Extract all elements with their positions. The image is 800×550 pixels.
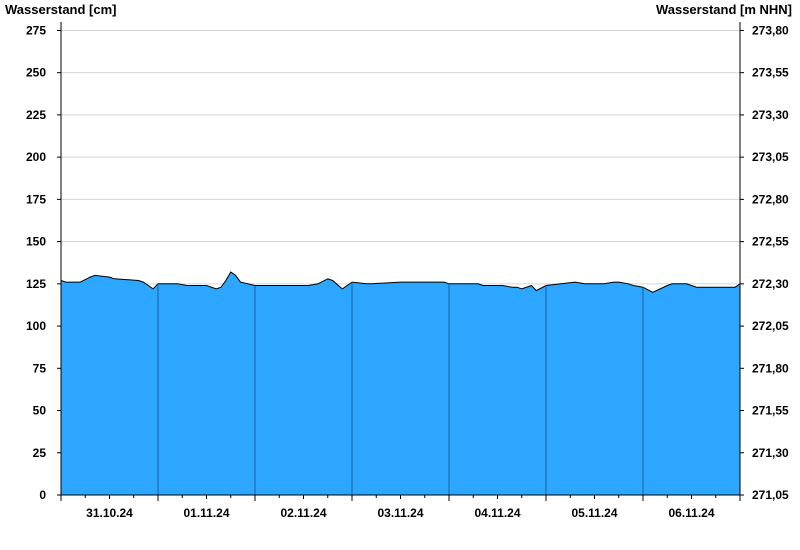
- right-tick-label: 272,80: [752, 192, 789, 206]
- x-tick-label: 05.11.24: [571, 506, 617, 520]
- right-tick-label: 271,30: [752, 446, 789, 460]
- x-tick-label: 31.10.24: [86, 506, 133, 520]
- right-axis-ticks: 271,05 271,30 271,55 271,80 272,05 272,30 272,…: [740, 23, 789, 502]
- left-tick-label: 0: [39, 488, 46, 502]
- left-tick-label: 100: [26, 319, 46, 333]
- right-tick-label: 272,05: [752, 319, 789, 333]
- right-tick-label: 273,55: [752, 66, 789, 80]
- x-axis-ticks: 31.10.24 01.11.24 02.11.24 03.11.24 04.11.24…: [60, 495, 741, 520]
- right-tick-label: 271,80: [752, 361, 789, 375]
- right-tick-label: 273,80: [752, 23, 789, 37]
- left-tick-label: 200: [26, 150, 46, 164]
- x-tick-label: 04.11.24: [474, 506, 520, 520]
- right-tick-label: 271,55: [752, 404, 789, 418]
- x-tick-label: 02.11.24: [280, 506, 326, 520]
- right-tick-label: 273,30: [752, 108, 789, 122]
- x-tick-label: 06.11.24: [668, 506, 714, 520]
- left-axis-title: Wasserstand [cm]: [5, 2, 117, 17]
- left-tick-label: 50: [33, 404, 47, 418]
- left-tick-label: 125: [26, 277, 46, 291]
- water-level-area: [60, 271, 741, 496]
- left-tick-label: 175: [26, 192, 46, 206]
- left-tick-label: 275: [26, 23, 46, 37]
- left-axis-ticks: 0 25 50 75 100 125 150 175 200 225 250 275: [26, 23, 61, 502]
- left-tick-label: 225: [26, 108, 46, 122]
- right-tick-label: 272,55: [752, 235, 789, 249]
- left-tick-label: 250: [26, 66, 46, 80]
- left-tick-label: 25: [33, 446, 47, 460]
- left-tick-label: 150: [26, 235, 46, 249]
- right-axis-title: Wasserstand [m NHN]: [656, 2, 792, 17]
- right-tick-label: 271,05: [752, 488, 789, 502]
- right-tick-label: 273,05: [752, 150, 789, 164]
- x-tick-label: 01.11.24: [183, 506, 229, 520]
- right-tick-label: 272,30: [752, 277, 789, 291]
- water-level-chart: Wasserstand [cm] Wasserstand [m NHN] 0 25…: [5, 2, 792, 520]
- left-tick-label: 75: [33, 361, 47, 375]
- x-tick-label: 03.11.24: [377, 506, 423, 520]
